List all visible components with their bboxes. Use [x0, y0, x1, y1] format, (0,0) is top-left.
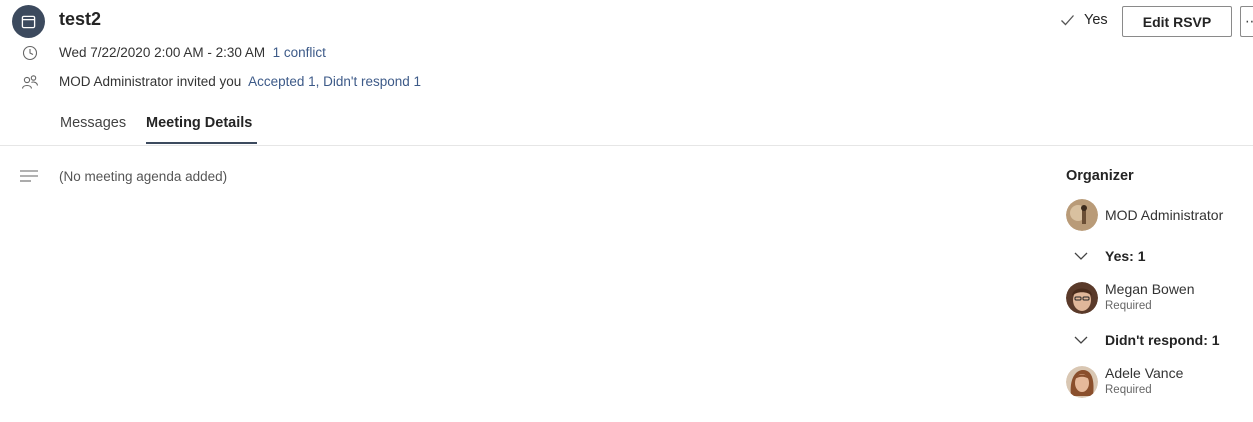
- rsvp-status[interactable]: Yes: [1060, 12, 1108, 28]
- avatar[interactable]: [1066, 199, 1098, 231]
- meeting-datetime-row: Wed 7/22/2020 2:00 AM - 2:30 AM 1 confli…: [59, 45, 326, 60]
- organizer-name[interactable]: MOD Administrator: [1105, 207, 1223, 223]
- calendar-icon: [12, 5, 45, 38]
- more-options-button[interactable]: ⋯: [1240, 6, 1253, 37]
- responses-link[interactable]: Accepted 1, Didn't respond 1: [248, 74, 421, 89]
- tab-messages[interactable]: Messages: [60, 115, 126, 131]
- avatar[interactable]: [1066, 282, 1098, 314]
- avatar[interactable]: [1066, 366, 1098, 398]
- attendee-role: Required: [1105, 300, 1152, 312]
- tab-meeting-details[interactable]: Meeting Details: [146, 115, 252, 131]
- group-yes-header[interactable]: Yes: 1: [1105, 248, 1145, 264]
- attendee-name[interactable]: Adele Vance: [1105, 365, 1183, 381]
- attendee-name[interactable]: Megan Bowen: [1105, 281, 1195, 297]
- conflict-link[interactable]: 1 conflict: [273, 45, 326, 60]
- group-didnt-respond-header[interactable]: Didn't respond: 1: [1105, 332, 1220, 348]
- checkmark-icon: [1061, 15, 1074, 26]
- meeting-title: test2: [59, 9, 102, 29]
- meeting-datetime: Wed 7/22/2020 2:00 AM - 2:30 AM: [59, 45, 266, 60]
- rsvp-status-label: Yes: [1084, 12, 1108, 28]
- agenda-placeholder: (No meeting agenda added): [59, 169, 228, 184]
- people-icon: [20, 72, 40, 92]
- attendee-role: Required: [1105, 384, 1152, 396]
- chevron-down-icon[interactable]: [1073, 332, 1089, 348]
- clock-icon: [20, 43, 40, 63]
- invitation-row: MOD Administrator invited you Accepted 1…: [59, 74, 421, 89]
- tab-divider: [0, 145, 1253, 146]
- agenda-lines-icon: [20, 170, 38, 182]
- edit-rsvp-button[interactable]: Edit RSVP: [1122, 6, 1232, 37]
- organizer-heading: Organizer: [1066, 168, 1134, 184]
- active-tab-indicator: [146, 142, 257, 144]
- chevron-down-icon[interactable]: [1073, 248, 1089, 264]
- invited-text: MOD Administrator invited you: [59, 74, 242, 89]
